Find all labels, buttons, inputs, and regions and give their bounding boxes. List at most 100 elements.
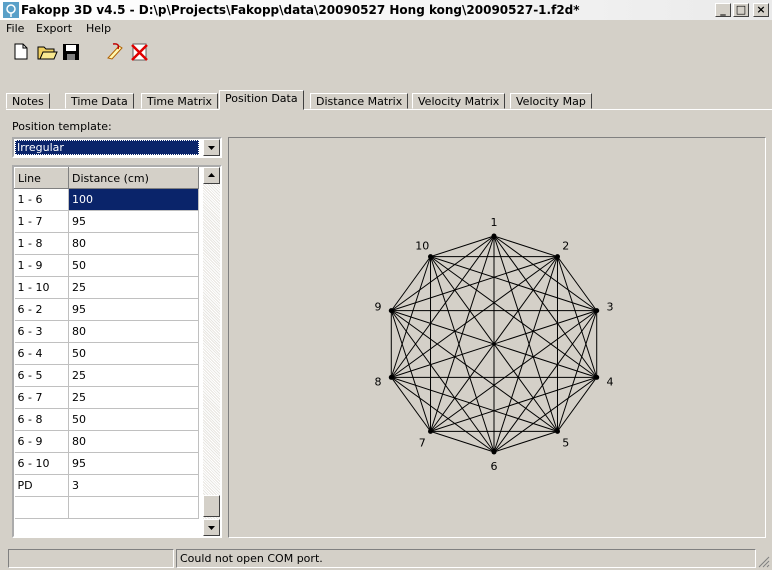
table-row[interactable]: PD 3	[14, 474, 199, 497]
position-template-value: Irregular	[15, 140, 199, 155]
sensor-point[interactable]	[554, 254, 560, 260]
line-cell[interactable]: 6 - 3	[14, 320, 69, 343]
tab-distance-matrix[interactable]: Distance Matrix	[310, 93, 409, 109]
line-cell[interactable]: 1 - 8	[14, 232, 69, 255]
line-cell[interactable]: 1 - 6	[14, 188, 69, 211]
tab-notes[interactable]: Notes	[6, 93, 50, 109]
tab-velocity-map[interactable]: Velocity Map	[510, 93, 592, 109]
distance-cell[interactable]: 100	[68, 188, 199, 211]
save-icon[interactable]	[60, 41, 82, 62]
line-cell[interactable]: 6 - 8	[14, 408, 69, 431]
table-row[interactable]: 6 - 5 25	[14, 364, 199, 387]
sensor-connection-line	[390, 376, 495, 453]
line-cell[interactable]: 6 - 9	[14, 430, 69, 453]
empty-cell[interactable]	[14, 496, 69, 519]
distance-cell[interactable]: 50	[68, 408, 199, 431]
scroll-down-button[interactable]	[203, 519, 220, 536]
table-row[interactable]: 6 - 3 80	[14, 320, 199, 343]
sensor-point[interactable]	[554, 428, 560, 434]
tab-velocity-matrix[interactable]: Velocity Matrix	[412, 93, 506, 109]
tab-time-matrix[interactable]: Time Matrix	[141, 93, 219, 109]
vertical-scrollbar[interactable]	[203, 167, 220, 536]
distance-table: Line Distance (cm) 1 - 6 100 1 - 7 95 1 - …	[14, 167, 199, 519]
scroll-thumb[interactable]	[203, 495, 220, 517]
table-row[interactable]: 1 - 7 95	[14, 210, 199, 233]
tab-strip: Notes Time Data Time Matrix Position Dat…	[0, 65, 772, 110]
sensor-point[interactable]	[594, 374, 600, 380]
position-template-label: Position template:	[12, 120, 112, 133]
distance-cell[interactable]: 95	[68, 452, 199, 475]
line-cell[interactable]: 6 - 7	[14, 386, 69, 409]
distance-cell[interactable]: 80	[68, 430, 199, 453]
minimize-button[interactable]: _	[715, 3, 731, 17]
menu-export[interactable]: Export	[36, 22, 72, 35]
sensor-connection-line	[390, 310, 431, 432]
sensor-point[interactable]	[388, 374, 394, 380]
distance-cell[interactable]: 50	[68, 254, 199, 277]
open-icon[interactable]	[36, 41, 58, 62]
table-row-empty[interactable]	[14, 496, 199, 519]
scroll-up-button[interactable]	[203, 167, 220, 184]
tab-time-data[interactable]: Time Data	[65, 93, 134, 109]
toolbar	[0, 39, 772, 64]
sensor-connection-line	[430, 376, 597, 432]
distance-cell[interactable]: 95	[68, 298, 199, 321]
distance-cell[interactable]: 95	[68, 210, 199, 233]
column-header-line[interactable]: Line	[14, 167, 69, 189]
line-cell[interactable]: 6 - 2	[14, 298, 69, 321]
distance-cell[interactable]: 80	[68, 320, 199, 343]
line-cell[interactable]: 6 - 5	[14, 364, 69, 387]
position-template-dropdown[interactable]: Irregular	[12, 137, 222, 158]
sensor-point[interactable]	[491, 233, 497, 239]
maximize-button[interactable]: □	[733, 3, 749, 17]
table-row[interactable]: 6 - 4 50	[14, 342, 199, 365]
distance-cell[interactable]: 80	[68, 232, 199, 255]
sensor-layout-canvas[interactable]: 1 2 3 4 5 6 7 8 9 10	[228, 137, 766, 538]
table-row[interactable]: 1 - 8 80	[14, 232, 199, 255]
table-row[interactable]: 1 - 6 100	[14, 188, 199, 211]
sensor-connection-line	[430, 256, 495, 453]
table-row[interactable]: 6 - 9 80	[14, 430, 199, 453]
column-header-distance[interactable]: Distance (cm)	[68, 167, 199, 189]
empty-cell[interactable]	[68, 496, 199, 519]
distance-cell[interactable]: 25	[68, 364, 199, 387]
distance-cell[interactable]: 50	[68, 342, 199, 365]
draw-line-icon[interactable]	[104, 41, 126, 62]
resize-grip-icon[interactable]	[758, 556, 770, 568]
table-row[interactable]: 6 - 10 95	[14, 452, 199, 475]
tab-pane	[6, 109, 772, 110]
menu-bar: File Export Help	[0, 20, 772, 38]
sensor-connection-line	[390, 256, 431, 378]
delete-icon[interactable]	[128, 41, 150, 62]
distance-cell[interactable]: 25	[68, 276, 199, 299]
sensor-point[interactable]	[428, 254, 434, 260]
distance-cell[interactable]: 3	[68, 474, 199, 497]
status-panel-left	[8, 549, 174, 568]
sensor-point[interactable]	[388, 308, 394, 314]
sensor-connection-line	[493, 235, 558, 258]
close-button[interactable]: ×	[753, 3, 769, 17]
sensor-point[interactable]	[428, 428, 434, 434]
sensor-point[interactable]	[594, 308, 600, 314]
sensor-connection-line	[557, 256, 598, 311]
line-cell[interactable]: 1 - 10	[14, 276, 69, 299]
new-icon[interactable]	[10, 41, 32, 62]
table-row[interactable]: 6 - 7 25	[14, 386, 199, 409]
line-cell[interactable]: 1 - 7	[14, 210, 69, 233]
menu-file[interactable]: File	[6, 22, 24, 35]
window-title: Fakopp 3D v4.5 - D:\p\Projects\Fakopp\da…	[21, 3, 580, 17]
table-row[interactable]: 1 - 10 25	[14, 276, 199, 299]
chevron-down-icon[interactable]	[203, 139, 220, 156]
line-cell[interactable]: 6 - 4	[14, 342, 69, 365]
table-row[interactable]: 6 - 8 50	[14, 408, 199, 431]
table-row[interactable]: 6 - 2 95	[14, 298, 199, 321]
line-cell[interactable]: 1 - 9	[14, 254, 69, 277]
table-row[interactable]: 1 - 9 50	[14, 254, 199, 277]
sensor-point[interactable]	[491, 449, 497, 455]
distance-cell[interactable]: 25	[68, 386, 199, 409]
menu-help[interactable]: Help	[86, 22, 111, 35]
line-cell[interactable]: PD	[14, 474, 69, 497]
tab-position-data[interactable]: Position Data	[219, 90, 304, 110]
sensor-label: 5	[562, 437, 569, 450]
line-cell[interactable]: 6 - 10	[14, 452, 69, 475]
